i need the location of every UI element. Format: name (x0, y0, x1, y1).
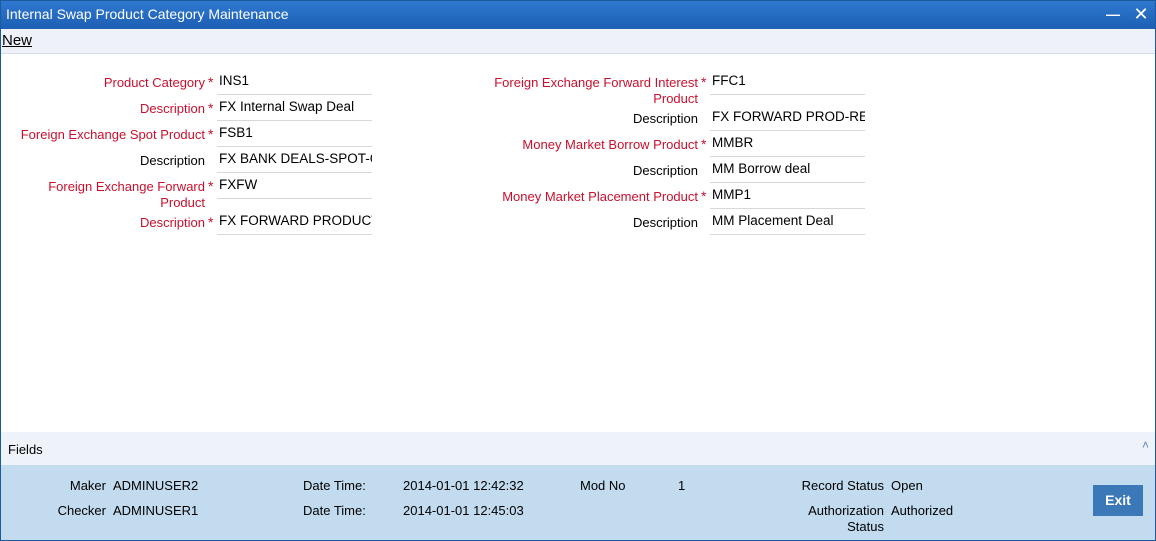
required-marker: * (208, 74, 214, 90)
required-marker: * (701, 74, 707, 90)
fx-forward-product-field[interactable]: FXFW (217, 175, 372, 199)
maker-value: ADMINUSER2 (113, 478, 199, 493)
fields-label[interactable]: Fields (8, 442, 43, 457)
new-button[interactable]: New (2, 32, 32, 49)
required-marker: * (208, 100, 214, 116)
description-label: Description (632, 215, 698, 230)
required-marker: * (208, 214, 214, 230)
maintenance-window: Internal Swap Product Category Maintenan… (0, 0, 1156, 541)
mm-borrow-description-field[interactable]: MM Borrow deal (710, 159, 865, 183)
mod-no-value: 1 (678, 478, 686, 493)
required-marker: * (701, 188, 707, 204)
required-marker: * (701, 136, 707, 152)
description-label: Description (632, 163, 698, 178)
exit-button[interactable]: Exit (1093, 485, 1143, 516)
fx-forward-interest-description-field[interactable]: FX FORWARD PROD-RE (710, 107, 865, 131)
fx-spot-description-field[interactable]: FX BANK DEALS-SPOT-C (217, 149, 372, 173)
authorization-status-label-line2: Status (847, 519, 884, 534)
checker-value: ADMINUSER1 (113, 503, 199, 518)
maker-datetime-value: 2014-01-01 12:42:32 (403, 478, 524, 493)
minimize-icon[interactable]: — (1103, 4, 1123, 24)
checker-datetime-label: Date Time: (303, 503, 366, 518)
required-marker: * (208, 126, 214, 142)
mm-borrow-product-field[interactable]: MMBR (710, 133, 865, 157)
checker-datetime-value: 2014-01-01 12:45:03 (403, 503, 524, 518)
description-label: Description (632, 111, 698, 126)
fx-forward-product-label: Foreign Exchange Forward Product (48, 179, 205, 210)
mm-placement-product-label: Money Market Placement Product (502, 189, 698, 204)
checker-label: Checker (57, 503, 106, 518)
mm-placement-description-field[interactable]: MM Placement Deal (710, 211, 865, 235)
fx-spot-product-field[interactable]: FSB1 (217, 123, 372, 147)
audit-footer: Maker ADMINUSER2 Checker ADMINUSER1 Date… (1, 465, 1155, 540)
record-status-label: Record Status (801, 478, 884, 493)
description-label: Description (139, 101, 205, 116)
product-category-field[interactable]: INS1 (217, 71, 372, 95)
product-category-label: Product Category (103, 75, 205, 90)
category-description-field[interactable]: FX Internal Swap Deal (217, 97, 372, 121)
title-bar: Internal Swap Product Category Maintenan… (1, 1, 1155, 29)
maker-label: Maker (69, 478, 106, 493)
description-label: Description (139, 215, 205, 230)
close-icon[interactable]: ✕ (1131, 4, 1151, 24)
authorization-status-value: Authorized (891, 503, 954, 518)
authorization-status-label-line1: Authorization (808, 503, 884, 518)
description-label: Description (139, 153, 205, 168)
fx-spot-product-label: Foreign Exchange Spot Product (20, 127, 205, 142)
fx-forward-interest-product-field[interactable]: FFC1 (710, 71, 865, 95)
mm-borrow-product-label: Money Market Borrow Product (522, 137, 698, 152)
fx-forward-description-field[interactable]: FX FORWARD PRODUCT (217, 211, 372, 235)
mm-placement-product-field[interactable]: MMP1 (710, 185, 865, 209)
chevron-up-icon[interactable]: ˄ (1142, 438, 1149, 452)
mod-no-label: Mod No (580, 478, 626, 493)
fields-section-bar[interactable]: Fields ˄ (1, 432, 1155, 465)
fx-forward-interest-product-label: Foreign Exchange Forward Interest Produc… (494, 75, 698, 106)
record-status-value: Open (891, 478, 923, 493)
menu-bar: New (1, 29, 1155, 54)
required-marker: * (208, 178, 214, 194)
maker-datetime-label: Date Time: (303, 478, 366, 493)
window-title: Internal Swap Product Category Maintenan… (6, 6, 289, 22)
